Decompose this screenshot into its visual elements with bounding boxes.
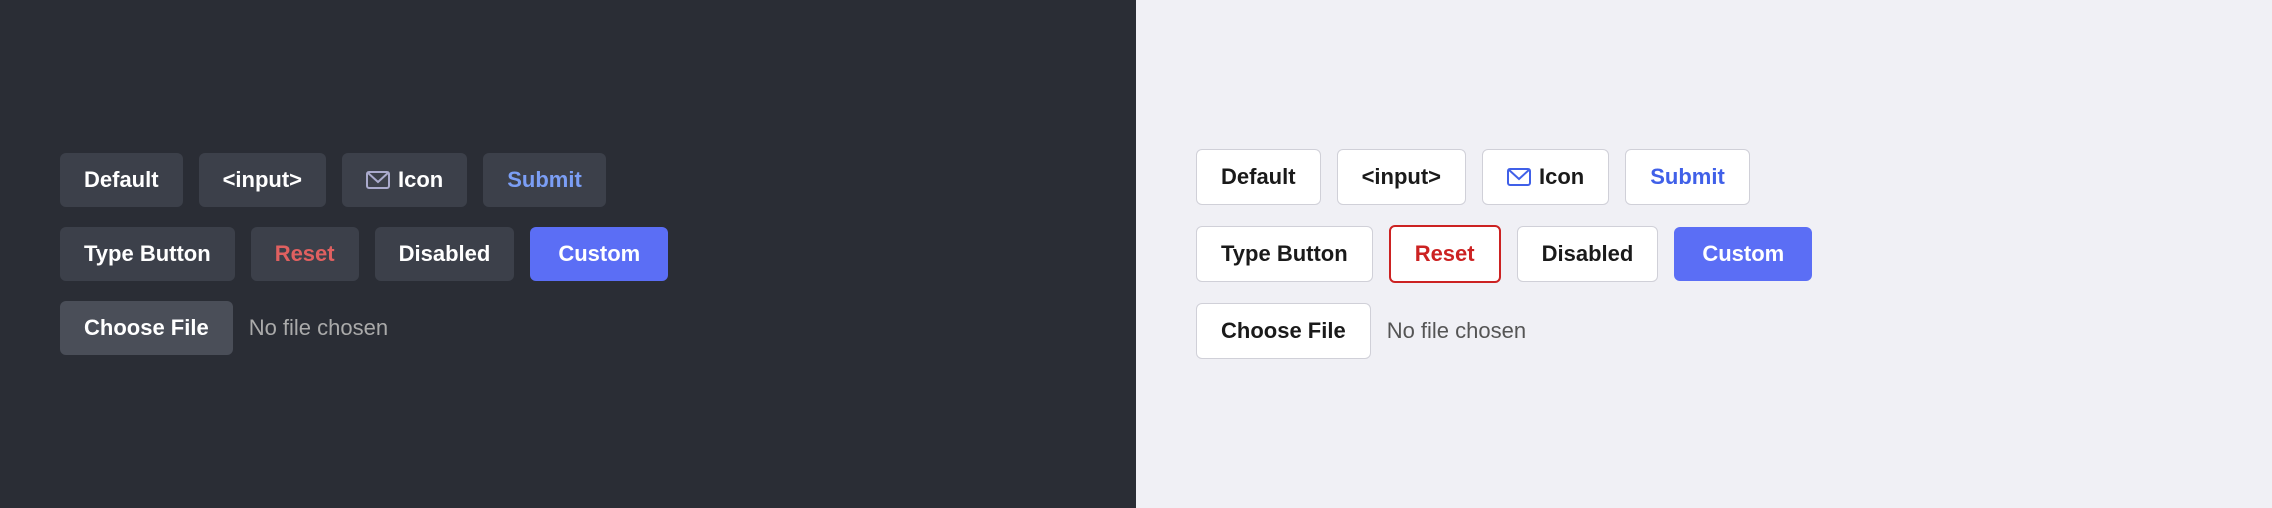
- dark-row-2: Type Button Reset Disabled Custom: [60, 227, 668, 281]
- mail-icon-light: [1507, 168, 1531, 186]
- light-nofile-text: No file chosen: [1387, 318, 1526, 344]
- dark-row-1: Default <input> Icon Submit: [60, 153, 606, 207]
- light-default-button[interactable]: Default: [1196, 149, 1321, 205]
- dark-panel: Default <input> Icon Submit Type Button …: [0, 0, 1136, 508]
- dark-default-button[interactable]: Default: [60, 153, 183, 207]
- dark-reset-button[interactable]: Reset: [251, 227, 359, 281]
- light-submit-button[interactable]: Submit: [1625, 149, 1750, 205]
- dark-custom-button[interactable]: Custom: [530, 227, 668, 281]
- light-row-1: Default <input> Icon Submit: [1196, 149, 1750, 205]
- light-reset-button[interactable]: Reset: [1389, 225, 1501, 283]
- dark-icon-label: Icon: [398, 167, 443, 193]
- dark-submit-button[interactable]: Submit: [483, 153, 606, 207]
- light-row-2: Type Button Reset Disabled Custom: [1196, 225, 1812, 283]
- dark-input-button[interactable]: <input>: [199, 153, 326, 207]
- dark-choosefile-button[interactable]: Choose File: [60, 301, 233, 355]
- light-icon-label: Icon: [1539, 164, 1584, 190]
- light-choosefile-button[interactable]: Choose File: [1196, 303, 1371, 359]
- dark-nofile-text: No file chosen: [249, 315, 388, 341]
- dark-disabled-button[interactable]: Disabled: [375, 227, 515, 281]
- dark-row-3: Choose File No file chosen: [60, 301, 388, 355]
- mail-icon: [366, 171, 390, 189]
- dark-typebutton-button[interactable]: Type Button: [60, 227, 235, 281]
- light-custom-button[interactable]: Custom: [1674, 227, 1812, 281]
- light-icon-button[interactable]: Icon: [1482, 149, 1609, 205]
- light-typebutton-button[interactable]: Type Button: [1196, 226, 1373, 282]
- light-input-button[interactable]: <input>: [1337, 149, 1466, 205]
- dark-icon-button[interactable]: Icon: [342, 153, 467, 207]
- light-disabled-button[interactable]: Disabled: [1517, 226, 1659, 282]
- light-panel: Default <input> Icon Submit Type Button …: [1136, 0, 2272, 508]
- light-row-3: Choose File No file chosen: [1196, 303, 1526, 359]
